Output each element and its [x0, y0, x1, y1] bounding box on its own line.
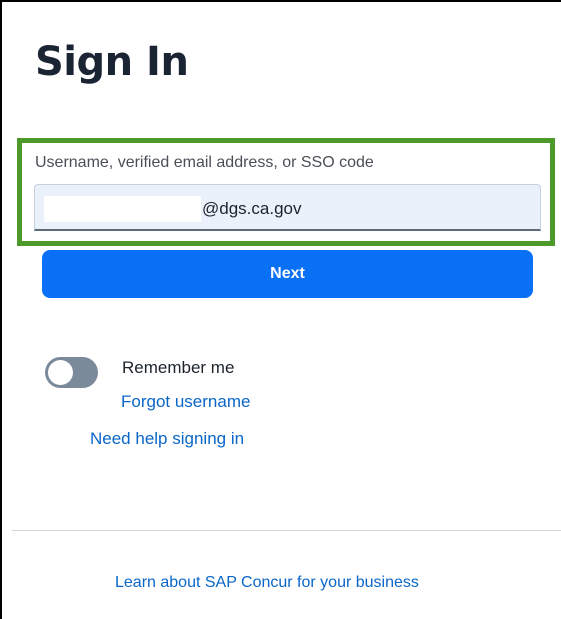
- username-input[interactable]: @dgs.ca.gov: [34, 184, 541, 231]
- page-title: Sign In: [35, 39, 189, 85]
- redacted-username-block: [44, 196, 201, 222]
- page-frame: Sign In Username, verified email address…: [0, 0, 561, 619]
- toggle-knob: [48, 360, 73, 385]
- next-button[interactable]: Next: [42, 250, 533, 298]
- footer-divider: [12, 530, 561, 531]
- forgot-username-link[interactable]: Forgot username: [121, 392, 250, 412]
- username-label: Username, verified email address, or SSO…: [35, 154, 374, 171]
- remember-me-label: Remember me: [122, 358, 235, 377]
- need-help-signing-in-link[interactable]: Need help signing in: [90, 429, 244, 449]
- learn-about-sap-concur-link[interactable]: Learn about SAP Concur for your business: [115, 573, 419, 593]
- remember-me-toggle[interactable]: [45, 357, 98, 388]
- username-input-value: @dgs.ca.gov: [202, 199, 302, 218]
